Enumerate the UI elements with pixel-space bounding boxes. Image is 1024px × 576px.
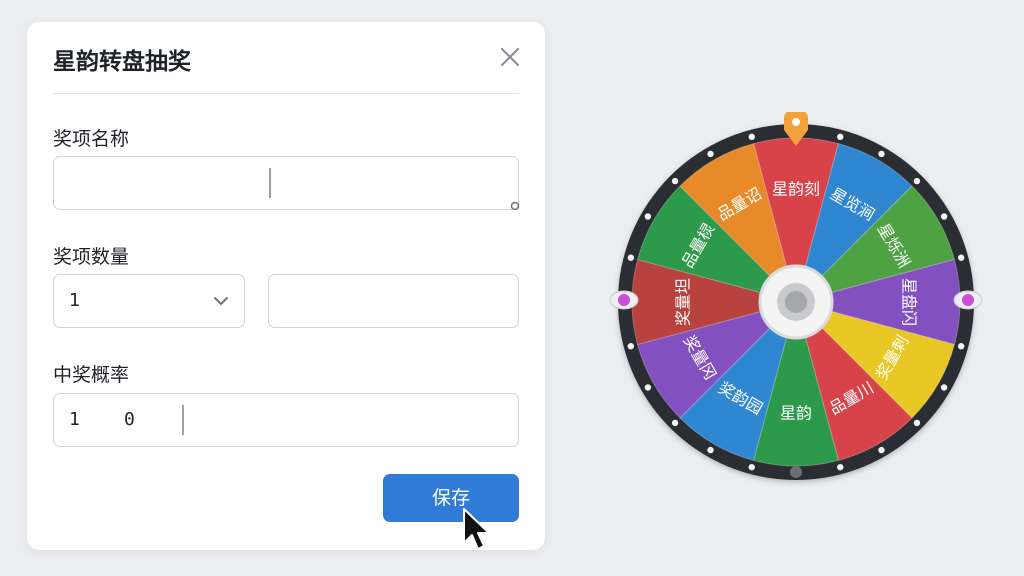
wheel-segment-label: 奖量坦	[674, 278, 693, 326]
prize-name-label: 奖项名称	[53, 128, 130, 150]
rim-light	[671, 419, 679, 427]
prize-wheel[interactable]: 星韵刻 星览涧星烁洲星盘闪奖量刺品量川星韵奖韵园奖量冈奖量坦品量棂品量诏	[606, 112, 986, 492]
rim-light	[837, 133, 844, 141]
text-caret	[182, 405, 184, 435]
rim-light	[878, 150, 885, 158]
right-knob	[953, 290, 983, 310]
wheel-segment-label: 星韵	[780, 404, 812, 423]
wheel-segment-label: 星韵刻	[772, 180, 820, 199]
rim-light	[644, 384, 652, 391]
wheel-segment-label: 星盘闪	[900, 278, 919, 326]
rim-light	[940, 384, 948, 391]
rim-bottom-stud	[790, 466, 802, 478]
prob-dec-value: 0	[124, 409, 135, 430]
prize-qty-label: 奖项数量	[53, 246, 130, 268]
rim-light	[644, 213, 652, 220]
prize-qty-extra-input[interactable]	[268, 274, 519, 328]
rim-light	[957, 254, 965, 261]
rim-light	[748, 133, 755, 141]
prize-qty-value: 1	[69, 290, 81, 311]
close-icon[interactable]	[499, 46, 521, 68]
resize-handle-icon[interactable]	[510, 201, 520, 211]
rim-light	[837, 463, 844, 471]
prize-qty-select[interactable]: 1	[53, 274, 245, 328]
rim-light	[878, 446, 885, 454]
lottery-settings-dialog: 星韵转盘抽奖 奖项名称 奖项数量 1 中奖概率 1 0 保存	[27, 22, 545, 550]
dialog-title: 星韵转盘抽奖	[53, 49, 191, 75]
rim-light	[940, 213, 948, 220]
prob-input[interactable]: 1 0	[53, 393, 519, 447]
rim-light	[671, 177, 679, 185]
left-knob	[609, 290, 639, 310]
text-caret	[269, 168, 271, 198]
chevron-down-icon	[214, 297, 228, 306]
title-divider	[53, 93, 519, 94]
rim-light	[913, 419, 921, 427]
rim-light	[748, 463, 755, 471]
prize-name-input[interactable]	[53, 156, 520, 211]
rim-light	[957, 343, 965, 350]
rim-light	[707, 150, 714, 158]
wheel-hub-center	[785, 291, 807, 313]
rim-light	[707, 446, 714, 454]
prob-int-value: 1	[69, 409, 80, 430]
mouse-pointer-icon	[463, 508, 490, 550]
rim-light	[913, 177, 921, 185]
rim-light	[627, 343, 635, 350]
rim-light	[627, 254, 635, 261]
prob-label: 中奖概率	[53, 364, 130, 386]
